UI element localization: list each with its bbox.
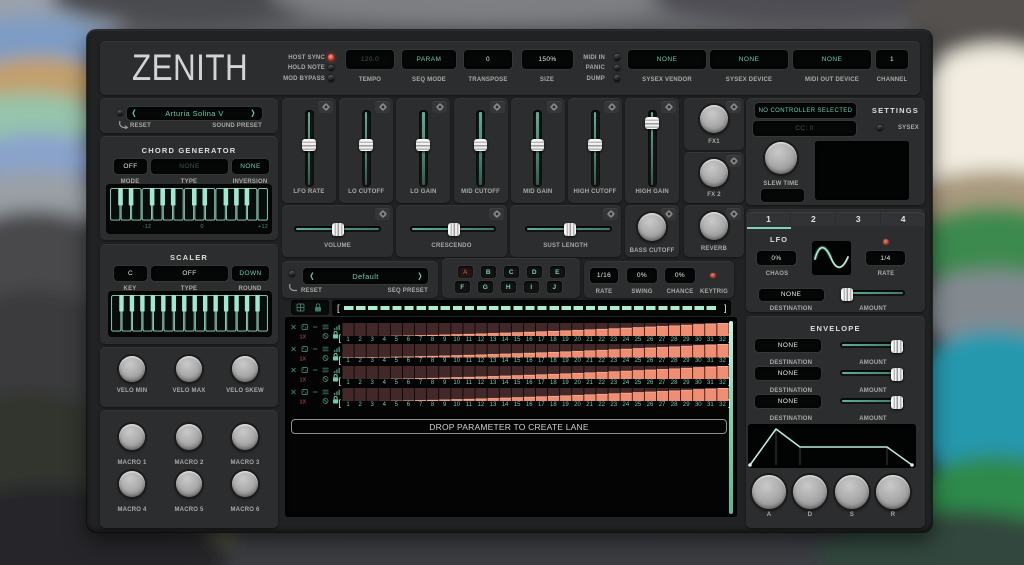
svg-text:1X: 1X xyxy=(300,400,307,406)
svg-text:1X: 1X xyxy=(300,356,307,362)
svg-text:1X: 1X xyxy=(300,378,307,384)
svg-text:1X: 1X xyxy=(300,335,307,341)
